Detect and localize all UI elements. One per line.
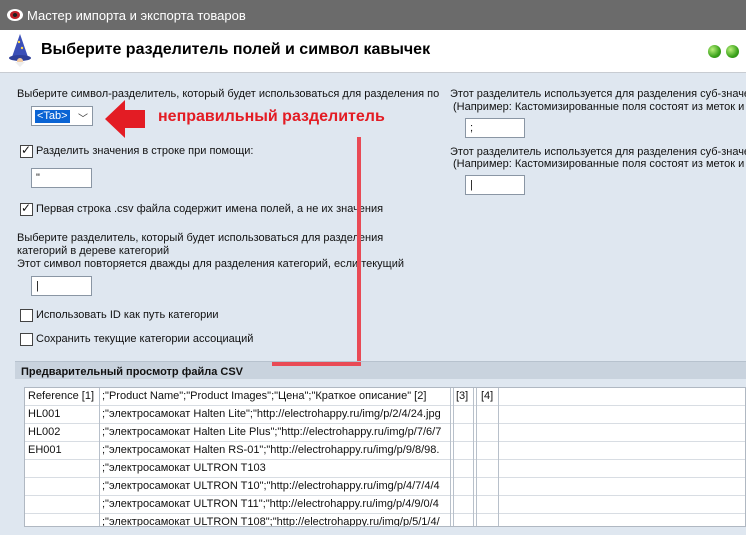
column-divider (498, 388, 499, 526)
sub-sep-label-1: Этот разделитель используется для раздел… (450, 88, 746, 100)
table-cell: ;"электросамокат ULTRON T103 (102, 462, 266, 474)
column-header[interactable]: [4] (481, 390, 495, 402)
table-cell: ;"электросамокат ULTRON T10";"http://ele… (102, 480, 440, 492)
table-cell: HL002 (28, 426, 61, 438)
window-titlebar: Мастер импорта и экспорта товаров (0, 0, 746, 30)
column-header[interactable]: [3] (456, 390, 470, 402)
first-row-label: Первая строка .csv файла содержит имена … (36, 203, 384, 215)
table-cell: EH001 (28, 444, 62, 456)
category-sep-input[interactable]: | (31, 276, 92, 296)
wizard-icon (9, 34, 31, 67)
table-row[interactable]: ;"электросамокат ULTRON T10";"http://ele… (25, 478, 745, 496)
column-divider (476, 388, 477, 526)
delimiter-select[interactable]: <Tab> ﹀ (31, 106, 93, 126)
sub-sep-example-2: (Например: Кастомизированные поля состоя… (453, 158, 746, 170)
keep-assoc-label: Сохранить текущие категории ассоциаций (36, 333, 254, 345)
preview-header-row: Reference [1] ;"Product Name";"Product I… (25, 388, 745, 406)
use-id-label: Использовать ID как путь категории (36, 309, 219, 321)
table-row[interactable]: ;"электросамокат ULTRON T108";"http://el… (25, 514, 745, 527)
status-dot-right (726, 45, 739, 58)
red-arrow-annotation (105, 100, 145, 138)
category-sep-line2: категорий в дереве категорий (17, 245, 170, 257)
annotation-text: неправильный разделитель (158, 108, 385, 125)
sub-sep-example-1: (Например: Кастомизированные поля состоя… (453, 101, 746, 113)
sub-sep-label-2: Этот разделитель используется для раздел… (450, 146, 746, 158)
quote-char-input[interactable]: " (31, 168, 92, 188)
column-divider (450, 388, 451, 526)
column-header[interactable]: ;"Product Name";"Product Images";"Цена";… (102, 390, 448, 402)
split-values-label: Разделить значения в строке при помощи: (36, 145, 254, 157)
app-icon (7, 9, 23, 21)
column-divider (453, 388, 454, 526)
page-title: Выберите разделитель полей и символ кавы… (41, 41, 431, 58)
preview-grid[interactable]: Reference [1] ;"Product Name";"Product I… (24, 387, 746, 527)
status-dot-left (708, 45, 721, 58)
annotation-line-horizontal (272, 362, 361, 366)
table-cell: ;"электросамокат Halten RS-01";"http://e… (102, 444, 440, 456)
column-divider (473, 388, 474, 526)
table-row[interactable]: HL002 ;"электросамокат Halten Lite Plus"… (25, 424, 745, 442)
delimiter-label: Выберите символ-разделитель, который буд… (17, 88, 440, 100)
table-row[interactable]: ;"электросамокат ULTRON T11";"http://ele… (25, 496, 745, 514)
table-row[interactable]: EH001 ;"электросамокат Halten RS-01";"ht… (25, 442, 745, 460)
table-row[interactable]: ;"электросамокат ULTRON T103 (25, 460, 745, 478)
table-cell: ;"электросамокат ULTRON T11";"http://ele… (102, 498, 439, 510)
preview-header: Предварительный просмотр файла CSV (15, 361, 746, 379)
use-id-checkbox[interactable] (20, 309, 33, 322)
keep-assoc-checkbox[interactable] (20, 333, 33, 346)
table-cell: ;"электросамокат Halten Lite";"http://el… (102, 408, 441, 420)
table-cell: ;"электросамокат ULTRON T108";"http://el… (102, 516, 440, 527)
column-divider (99, 388, 100, 526)
table-cell: HL001 (28, 408, 61, 420)
column-header[interactable]: Reference [1] (28, 390, 98, 402)
table-row[interactable]: HL001 ;"электросамокат Halten Lite";"htt… (25, 406, 745, 424)
annotation-line-vertical (357, 137, 361, 364)
sub-sep-input-1[interactable]: ; (465, 118, 525, 138)
first-row-checkbox[interactable] (20, 201, 33, 216)
table-cell: ;"электросамокат Halten Lite Plus";"http… (102, 426, 442, 438)
split-values-checkbox[interactable] (20, 143, 33, 158)
category-sep-line1: Выберите разделитель, который будет испо… (17, 232, 384, 244)
wizard-header: Выберите разделитель полей и символ кавы… (0, 30, 746, 73)
sub-sep-input-2[interactable]: | (465, 175, 525, 195)
window-title: Мастер импорта и экспорта товаров (27, 8, 246, 23)
chevron-down-icon[interactable]: ﹀ (78, 110, 88, 125)
delimiter-select-value: <Tab> (35, 110, 70, 123)
category-sep-line3: Этот символ повторяется дважды для разде… (17, 258, 405, 270)
